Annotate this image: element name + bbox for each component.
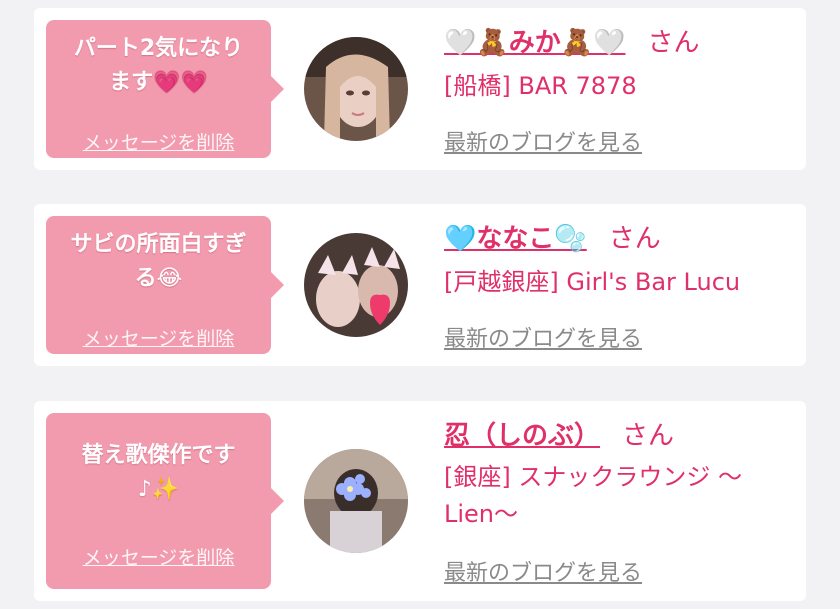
message-card: サビの所面白すぎ る😂 メッセージを削除 🩵ななこ🫧 さん [戸越銀座] Girl… xyxy=(34,204,806,366)
avatar[interactable] xyxy=(304,449,408,553)
delete-message-link[interactable]: メッセージを削除 xyxy=(46,128,271,155)
avatar[interactable] xyxy=(304,37,408,141)
honorific: さん xyxy=(622,421,675,451)
sender-name-line: 🩵ななこ🫧 さん xyxy=(444,218,661,255)
honorific: さん xyxy=(647,28,700,58)
message-bubble: 替え歌傑作です ♪✨ メッセージを削除 xyxy=(46,413,284,589)
message-text: パート2気になり ます💗💗 xyxy=(73,36,244,95)
delete-message-link[interactable]: メッセージを削除 xyxy=(46,543,271,570)
message-bubble: パート2気になり ます💗💗 メッセージを削除 xyxy=(46,20,284,158)
shop-name: [船橋] BAR 7878 xyxy=(444,72,637,100)
message-card: パート2気になり ます💗💗 メッセージを削除 🤍🧸みか🧸🤍 さん [船橋] BAR… xyxy=(34,8,806,170)
message-text: 替え歌傑作です ♪✨ xyxy=(81,443,236,502)
avatar[interactable] xyxy=(304,233,408,337)
shop-name: [銀座] スナックラウンジ 〜Lien〜 xyxy=(444,463,742,528)
sender-name-link[interactable]: 🩵ななこ🫧 xyxy=(444,224,587,254)
sender-name-line: 🤍🧸みか🧸🤍 さん xyxy=(444,22,700,59)
message-text: サビの所面白すぎ る😂 xyxy=(70,232,247,291)
sender-name-link[interactable]: 忍（しのぶ） xyxy=(444,421,600,451)
sender-name-link[interactable]: 🤍🧸みか🧸🤍 xyxy=(444,28,626,58)
sender-name-line: 忍（しのぶ） さん xyxy=(444,415,674,452)
delete-message-link[interactable]: メッセージを削除 xyxy=(46,324,271,351)
latest-blog-link[interactable]: 最新のブログを見る xyxy=(444,125,642,157)
avatar-photo xyxy=(304,449,408,553)
message-bubble: サビの所面白すぎ る😂 メッセージを削除 xyxy=(46,216,284,354)
message-card: 替え歌傑作です ♪✨ メッセージを削除 忍（しのぶ） さん [銀座] スナックラウ… xyxy=(34,401,806,601)
latest-blog-link[interactable]: 最新のブログを見る xyxy=(444,321,642,353)
latest-blog-link[interactable]: 最新のブログを見る xyxy=(444,555,642,587)
honorific: さん xyxy=(608,224,661,254)
shop-name: [戸越銀座] Girl's Bar Lucu xyxy=(444,268,741,296)
avatar-photo xyxy=(304,233,408,337)
avatar-photo xyxy=(304,37,408,141)
